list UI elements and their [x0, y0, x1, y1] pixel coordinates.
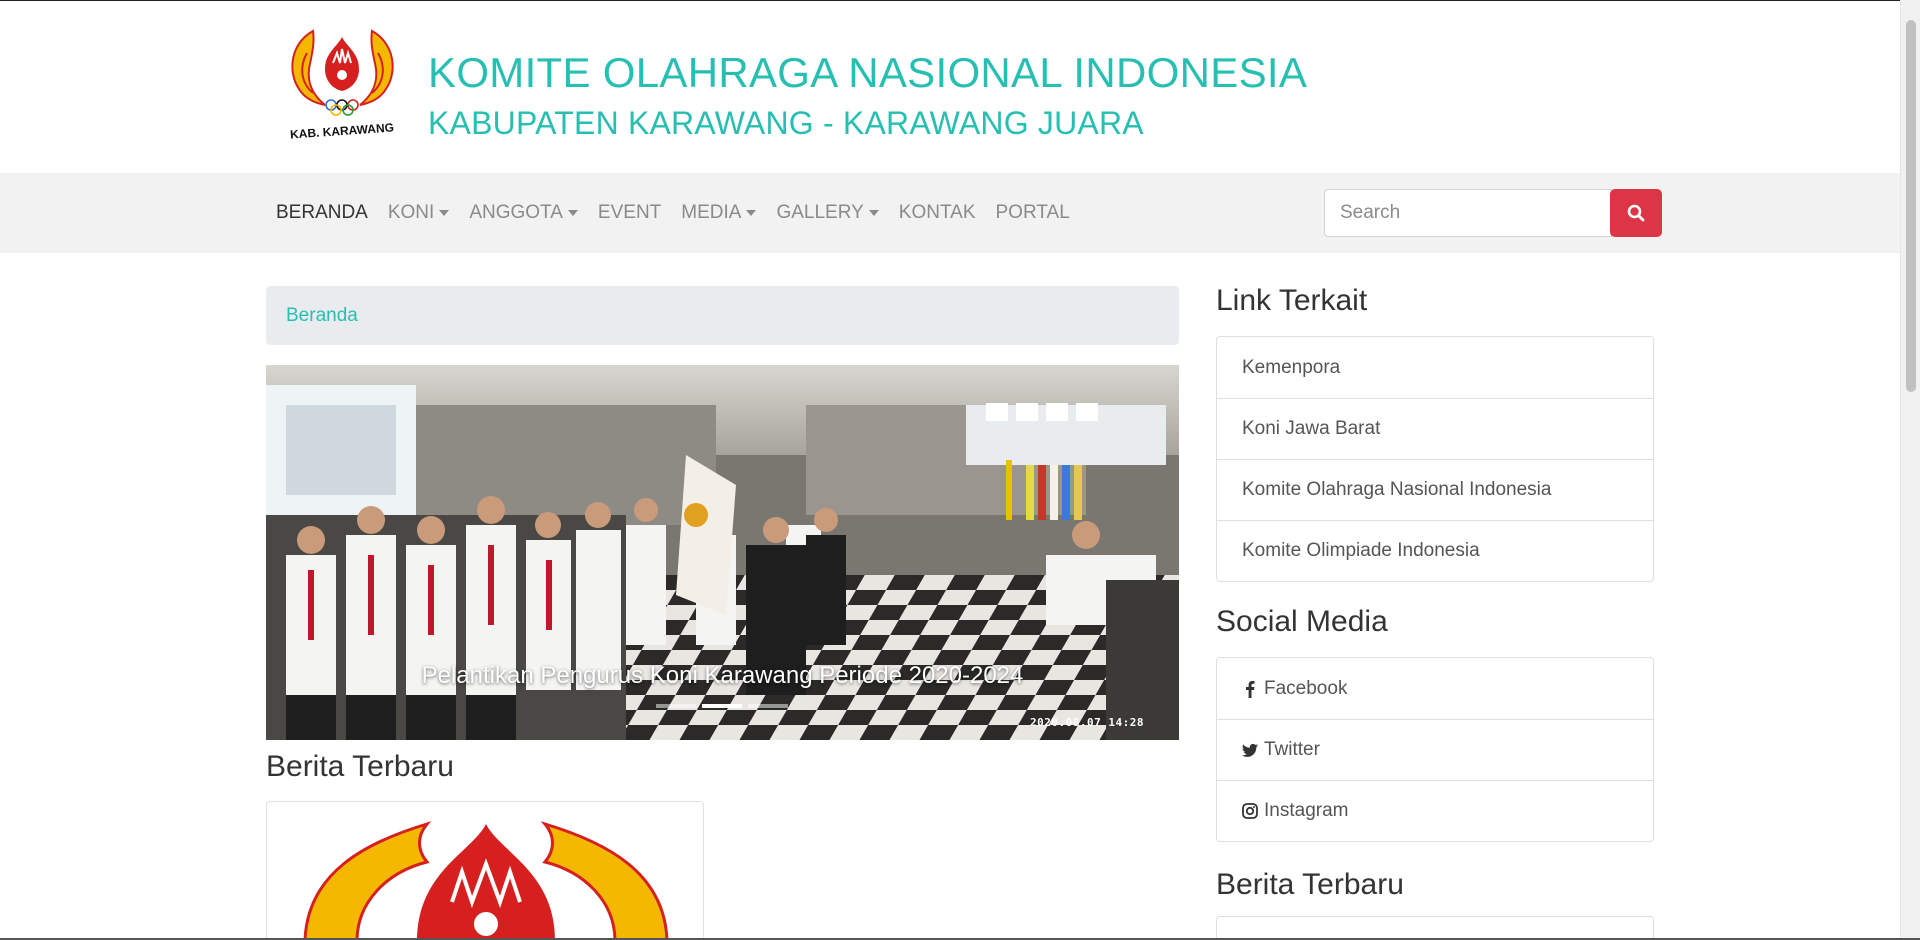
nav-label: PORTAL	[995, 202, 1070, 223]
koni-logo[interactable]: KAB. KARAWANG	[285, 23, 400, 145]
caret-down-icon	[567, 210, 578, 216]
carousel-indicators	[656, 704, 788, 708]
link-label: Kemenpora	[1242, 356, 1341, 378]
carousel-indicator-active[interactable]	[702, 704, 742, 708]
caret-down-icon	[746, 210, 757, 216]
nav-label: MEDIA	[681, 202, 742, 223]
nav-item-portal[interactable]: PORTAL	[986, 173, 1080, 253]
nav-menu: BERANDA KONI ANGGOTA EVENT MEDIA GALLERY…	[266, 173, 1080, 253]
carousel-caption: Pelantikan Pengurus Koni Karawang Period…	[421, 662, 1024, 689]
site-title: KOMITE OLAHRAGA NASIONAL INDONESIA	[428, 49, 1308, 96]
social-item-facebook[interactable]: Facebook	[1217, 658, 1653, 719]
related-links-list: Kemenpora Koni Jawa Barat Komite Olahrag…	[1216, 336, 1654, 582]
page-scrollbar[interactable]	[1900, 0, 1920, 940]
sidebar-news-heading: Berita Terbaru	[1216, 868, 1404, 901]
link-item-koi[interactable]: Komite Olimpiade Indonesia	[1217, 520, 1653, 581]
link-item-kemenpora[interactable]: Kemenpora	[1217, 337, 1653, 398]
carousel-indicator[interactable]	[656, 704, 696, 708]
social-item-instagram[interactable]: Instagram	[1217, 780, 1653, 841]
main-navbar: BERANDA KONI ANGGOTA EVENT MEDIA GALLERY…	[0, 173, 1900, 253]
nav-item-koni[interactable]: KONI	[378, 173, 459, 253]
link-label: Koni Jawa Barat	[1242, 418, 1381, 439]
scrollbar-thumb[interactable]	[1906, 20, 1916, 392]
search-icon	[1627, 204, 1645, 222]
nav-label: ANGGOTA	[469, 202, 563, 223]
search-form	[1324, 189, 1662, 237]
photo-timestamp: 2020.08.07 14:28	[1030, 716, 1144, 729]
nav-item-beranda[interactable]: BERANDA	[266, 173, 378, 253]
link-item-koni-jabar[interactable]: Koni Jawa Barat	[1217, 398, 1653, 459]
social-label: Twitter	[1264, 739, 1320, 760]
link-label: Komite Olahraga Nasional Indonesia	[1242, 479, 1552, 500]
nav-label: BERANDA	[276, 202, 368, 223]
social-heading: Social Media	[1216, 605, 1388, 638]
carousel[interactable]: Pelantikan Pengurus Koni Karawang Period…	[266, 365, 1179, 740]
site-header: KAB. KARAWANG KOMITE OLAHRAGA NASIONAL I…	[0, 1, 1900, 173]
nav-item-anggota[interactable]: ANGGOTA	[459, 173, 588, 253]
search-button[interactable]	[1610, 189, 1662, 237]
social-label: Instagram	[1264, 800, 1349, 821]
social-label: Facebook	[1264, 677, 1348, 699]
nav-item-media[interactable]: MEDIA	[671, 173, 766, 253]
news-card[interactable]	[266, 801, 704, 940]
caret-down-icon	[439, 210, 450, 216]
site-subtitle: KABUPATEN KARAWANG - KARAWANG JUARA	[428, 105, 1144, 141]
link-label: Komite Olimpiade Indonesia	[1242, 540, 1480, 561]
news-thumbnail	[303, 821, 669, 940]
nav-label: KONTAK	[898, 202, 976, 223]
nav-label: KONI	[387, 202, 435, 223]
instagram-icon	[1242, 802, 1258, 820]
nav-item-event[interactable]: EVENT	[588, 173, 671, 253]
sidebar-news-card[interactable]	[1216, 916, 1654, 940]
carousel-indicator[interactable]	[748, 704, 788, 708]
caret-down-icon	[868, 210, 879, 216]
social-item-twitter[interactable]: Twitter	[1217, 719, 1653, 780]
link-item-koni-pusat[interactable]: Komite Olahraga Nasional Indonesia	[1217, 459, 1653, 520]
nav-label: EVENT	[597, 202, 662, 223]
search-input[interactable]	[1324, 189, 1612, 237]
news-heading: Berita Terbaru	[266, 750, 454, 783]
nav-item-kontak[interactable]: KONTAK	[889, 173, 986, 253]
nav-item-gallery[interactable]: GALLERY	[766, 173, 888, 253]
facebook-icon	[1242, 680, 1258, 698]
twitter-icon	[1242, 741, 1258, 759]
breadcrumb-home-link[interactable]: Beranda	[286, 305, 358, 327]
breadcrumb: Beranda	[266, 286, 1179, 345]
nav-label: GALLERY	[776, 202, 864, 223]
logo-text: KAB. KARAWANG	[290, 120, 395, 141]
links-heading: Link Terkait	[1216, 284, 1368, 317]
social-media-list: Facebook Twitter Instagram	[1216, 657, 1654, 842]
